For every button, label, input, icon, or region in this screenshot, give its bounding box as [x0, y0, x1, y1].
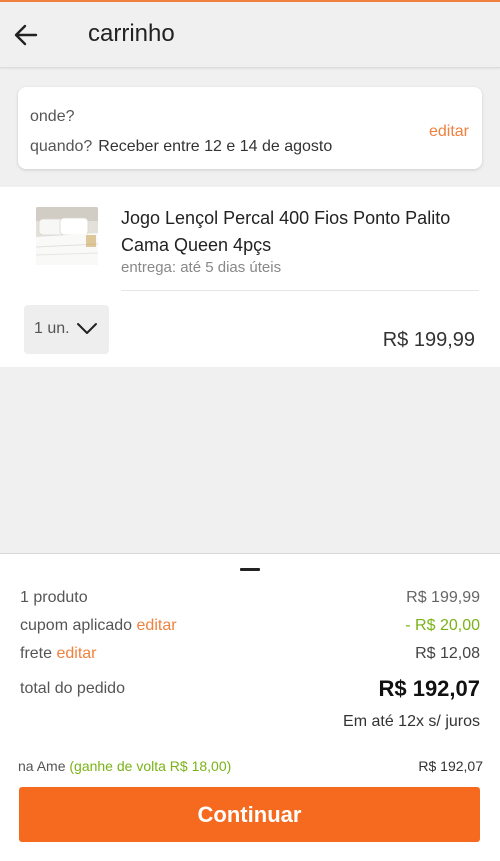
shipping-value: R$ 12,08	[415, 645, 480, 662]
delivery-where-label: onde?	[30, 108, 75, 125]
continue-button-label: Continuar	[197, 802, 302, 827]
total-value: R$ 192,07	[378, 676, 480, 701]
product-image[interactable]	[36, 207, 98, 265]
product-delivery-time: entrega: até 5 dias úteis	[121, 259, 282, 276]
ame-cashback: (ganhe de volta R$ 18,00)	[69, 758, 232, 774]
product-name[interactable]: Jogo Lençol Percal 400 Fios Ponto Palito…	[121, 205, 461, 259]
chevron-down-icon	[77, 323, 97, 334]
shipping-label: frete	[20, 645, 53, 662]
total-label: total do pedido	[20, 680, 125, 697]
edit-coupon-link[interactable]: editar	[137, 617, 177, 634]
continue-button[interactable]: Continuar	[19, 787, 480, 842]
delivery-when-label: quando?	[30, 138, 93, 155]
arrow-left-icon	[14, 24, 38, 46]
app-header: carrinho	[0, 2, 500, 68]
delivery-when-row: quando? Receber entre 12 e 14 de agosto	[30, 138, 332, 156]
delivery-info-card: onde? quando? Receber entre 12 e 14 de ag…	[18, 87, 482, 169]
coupon-label: cupom aplicado	[20, 617, 133, 634]
products-subtotal: R$ 199,99	[406, 589, 480, 606]
ame-value: R$ 192,07	[418, 758, 483, 774]
delivery-when-value: Receber entre 12 e 14 de agosto	[98, 138, 333, 155]
edit-delivery-link[interactable]: editar	[429, 123, 469, 141]
quantity-select[interactable]: 1 un.	[24, 305, 109, 354]
ame-row: na Ame (ganhe de volta R$ 18,00)	[18, 758, 231, 774]
coupon-discount: - R$ 20,00	[405, 617, 480, 634]
installments-info: Em até 12x s/ juros	[343, 713, 480, 730]
coupon-row: cupom aplicado editar	[20, 617, 177, 635]
cart-item: Jogo Lençol Percal 400 Fios Ponto Palito…	[0, 187, 500, 367]
bed-sheet-image	[36, 207, 98, 265]
back-button[interactable]	[12, 18, 42, 52]
products-count-label: 1 produto	[20, 589, 88, 606]
edit-shipping-link[interactable]: editar	[56, 645, 96, 662]
ame-label: na Ame	[18, 758, 66, 774]
product-price: R$ 199,99	[382, 329, 475, 351]
order-summary-panel: 1 produto R$ 199,99 cupom aplicado edita…	[0, 553, 500, 861]
page-title: carrinho	[88, 20, 175, 47]
drag-handle[interactable]	[240, 568, 260, 571]
quantity-value: 1 un.	[34, 320, 70, 337]
divider	[121, 290, 479, 291]
shipping-row: frete editar	[20, 645, 97, 663]
